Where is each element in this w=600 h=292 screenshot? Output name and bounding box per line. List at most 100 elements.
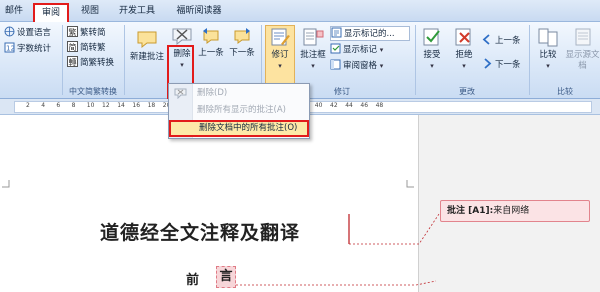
reviewing-pane-icon — [330, 59, 341, 70]
new-comment-icon — [137, 31, 157, 49]
set-language-button[interactable]: 设置语言 — [4, 26, 51, 40]
trad-to-simp-label: 繁转简 — [80, 28, 106, 38]
next-comment-label: 下一条 — [229, 48, 255, 58]
new-comment-label: 新建批注 — [129, 52, 164, 62]
ruler-tick: 4 — [41, 102, 46, 109]
new-comment-button[interactable]: 新建批注 — [128, 28, 166, 63]
simp-to-trad-label: 简转繁 — [80, 43, 106, 53]
crop-mark — [406, 180, 414, 188]
display-for-review-icon — [331, 27, 342, 38]
chinese-convert-group-label: 中文简繁转换 — [69, 87, 117, 96]
group-separator — [415, 25, 416, 95]
next-change-label: 下一条 — [495, 60, 521, 70]
ruler-tick: 18 — [147, 102, 156, 109]
ruler-tick: 6 — [56, 102, 61, 109]
reviewing-pane-label: 审阅窗格 — [343, 61, 378, 71]
comment-connector-line — [236, 280, 437, 286]
dropdown-arrow-icon: ▾ — [379, 62, 384, 70]
tab-mailings[interactable]: 邮件 — [2, 3, 26, 22]
svg-text:繁: 繁 — [69, 27, 77, 37]
ruler-tick: 46 — [360, 102, 369, 109]
next-comment-button[interactable]: 下一条 — [229, 26, 255, 59]
tab-developer[interactable]: 开发工具 — [114, 3, 160, 22]
ruler-tick: 40 — [314, 102, 323, 109]
ruler-tick: 12 — [102, 102, 110, 109]
comment-text: 来自网络 — [493, 206, 530, 216]
compare-button[interactable]: 比较 ▾ — [533, 26, 563, 72]
reviewing-pane-button[interactable]: 审阅窗格 ▾ — [330, 59, 383, 73]
tab-foxit-reader[interactable]: 福昕阅读器 — [170, 3, 228, 22]
svg-text:轉: 轉 — [69, 57, 77, 67]
previous-change-button[interactable]: 上一条 — [482, 34, 521, 48]
compare-group-label: 比较 — [557, 87, 573, 96]
simp-to-trad-icon: 简 — [67, 41, 78, 52]
next-comment-icon — [234, 28, 250, 44]
accept-label: 接受 — [423, 50, 441, 60]
reject-icon — [455, 28, 471, 46]
svg-text:简: 简 — [69, 42, 77, 52]
track-changes-button[interactable]: 修订 ▾ — [265, 25, 295, 85]
show-source-icon — [575, 28, 590, 46]
dropdown-arrow-icon: ▾ — [430, 62, 434, 70]
previous-comment-button[interactable]: 上一条 — [198, 26, 224, 59]
dropdown-arrow-icon: ▾ — [278, 62, 282, 70]
crop-mark — [2, 180, 10, 188]
ribbon-tab-bar: 邮件 审阅 视图 开发工具 福昕阅读器 — [0, 0, 600, 22]
changes-group-label: 更改 — [459, 87, 475, 96]
comment-balloon[interactable]: 批注 [A1]:来自网络 — [440, 200, 590, 222]
balloons-label: 批注框 — [300, 50, 326, 60]
dropdown-arrow-icon: ▾ — [462, 62, 466, 70]
next-change-button[interactable]: 下一条 — [482, 58, 521, 72]
menu-item-delete[interactable]: 删除(D) — [169, 85, 309, 102]
balloons-icon — [303, 28, 324, 46]
show-source-label: 显示源文档 — [565, 50, 600, 71]
previous-change-icon — [482, 34, 493, 45]
show-source-button[interactable]: 显示源文档 — [565, 26, 600, 72]
trad-to-simp-icon: 繁 — [67, 26, 78, 37]
group-separator — [529, 25, 530, 95]
show-markup-button[interactable]: 显示标记 ▾ — [330, 43, 383, 57]
ruler-tick: 8 — [71, 102, 76, 109]
ruler-tick: 2 — [26, 102, 30, 109]
convert-button[interactable]: 轉简繁转换 — [67, 56, 114, 70]
reject-button[interactable]: 拒绝 ▾ — [450, 26, 478, 72]
dropdown-arrow-icon: ▾ — [379, 46, 384, 54]
display-for-review-dropdown[interactable]: 显示标记的... — [330, 26, 410, 41]
compare-label: 比较 — [539, 50, 557, 60]
language-icon — [4, 26, 15, 37]
delete-comment-icon — [172, 28, 192, 46]
display-for-review-label: 显示标记的... — [344, 29, 395, 39]
balloons-button[interactable]: 批注框 ▾ — [298, 26, 328, 72]
word-count-button[interactable]: 12 字数统计 — [4, 42, 51, 56]
svg-text:12: 12 — [6, 45, 15, 53]
reject-label: 拒绝 — [455, 50, 473, 60]
ruler-tick: 44 — [345, 102, 353, 109]
convert-icon: 轉 — [67, 56, 78, 67]
previous-comment-icon — [203, 28, 219, 44]
accept-icon — [423, 28, 440, 46]
set-language-label: 设置语言 — [17, 28, 52, 38]
commented-text[interactable]: 言 — [216, 266, 236, 288]
preface-char[interactable]: 前 — [186, 269, 199, 288]
ruler-tick: 16 — [132, 102, 141, 109]
ruler-tick: 42 — [330, 102, 338, 109]
compare-icon — [538, 28, 558, 47]
word-count-icon: 12 — [4, 42, 15, 53]
track-changes-icon — [271, 28, 290, 46]
menu-item-delete-all-comments[interactable]: 删除文档中的所有批注(O) — [169, 120, 309, 137]
trad-to-simp-button[interactable]: 繁繁转简 — [67, 26, 106, 40]
simp-to-trad-button[interactable]: 简简转繁 — [67, 41, 106, 55]
comment-label: 批注 [A1]: — [447, 206, 494, 216]
menu-item-delete-shown-comments[interactable]: 删除所有显示的批注(A) — [169, 102, 309, 119]
accept-button[interactable]: 接受 ▾ — [418, 26, 446, 72]
ruler-tick: 48 — [375, 102, 384, 109]
group-separator — [124, 25, 125, 95]
tracking-group-label: 修订 — [334, 87, 350, 96]
previous-comment-label: 上一条 — [198, 48, 224, 58]
tab-view[interactable]: 视图 — [76, 3, 104, 22]
next-change-icon — [482, 58, 493, 69]
convert-label: 简繁转换 — [80, 58, 115, 68]
delete-dropdown-menu: 删除(D) 删除所有显示的批注(A) 删除文档中的所有批注(O) — [168, 83, 310, 139]
tab-review[interactable]: 审阅 — [33, 3, 69, 22]
dropdown-arrow-icon: ▾ — [311, 62, 315, 70]
